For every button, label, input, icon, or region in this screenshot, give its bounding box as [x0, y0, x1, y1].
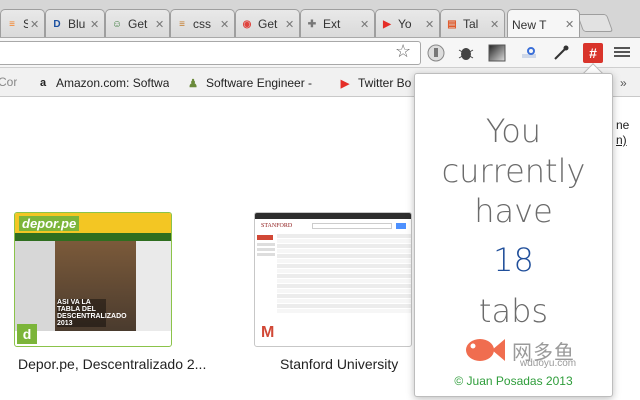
- puzzle-icon: ✚: [307, 18, 317, 30]
- teacher-icon: ♟: [188, 77, 198, 90]
- tab-close-icon[interactable]: ✕: [565, 18, 575, 31]
- tab-strip: ≡Sta✕DBlu✕☺Get✕≡css✕◉Get✕✚Ext✕▶Yo✕▤Tal✕N…: [0, 0, 640, 38]
- amazon-icon: a: [39, 77, 47, 89]
- bookmark-item[interactable]: ♟ Software Engineer -: [185, 75, 312, 91]
- bookmark-label: Twitter Bo: [358, 76, 412, 90]
- cut-off-link[interactable]: n): [616, 133, 627, 147]
- tab-title: New T: [512, 17, 547, 32]
- browser-tab[interactable]: ▤ Tal ✕: [440, 9, 505, 37]
- popup-line-tabs: tabs: [478, 292, 549, 330]
- bookmark-label: Software Engineer -: [206, 76, 313, 90]
- bookmark-label: Cor: [0, 75, 18, 89]
- toolbar: ☆: [0, 38, 640, 68]
- browser-tab[interactable]: ≡ Sta✕: [0, 9, 45, 37]
- tab-title: Get: [128, 17, 148, 31]
- popup-line-have: have: [474, 192, 553, 230]
- tab-close-icon[interactable]: ✕: [155, 18, 165, 31]
- bookmark-item[interactable]: ▶ Twitter Bo: [337, 75, 412, 91]
- extension-gradient-icon[interactable]: [487, 43, 507, 63]
- browser-tab[interactable]: ◉ Get ✕: [235, 9, 300, 37]
- depor-logo: depor.pe: [19, 215, 80, 231]
- tab-title: css: [193, 17, 211, 31]
- extension-tab-counter-icon[interactable]: #: [583, 43, 603, 63]
- tab-title: Yo: [398, 17, 412, 31]
- tab-title: Get: [258, 17, 278, 31]
- address-bar[interactable]: [0, 41, 421, 65]
- thumbnail-title[interactable]: Stanford University: [280, 356, 398, 372]
- extension-bug-icon[interactable]: [456, 43, 476, 63]
- tab-close-icon[interactable]: ✕: [360, 18, 370, 31]
- extension-magnifier-icon[interactable]: [519, 43, 539, 63]
- most-visited-thumbnail[interactable]: depor.pe ASI VA LA TABLA DEL DESCENTRALI…: [14, 212, 172, 347]
- browser-tab[interactable]: ☺ Get ✕: [105, 9, 170, 37]
- browser-tab[interactable]: ✚ Ext ✕: [300, 9, 375, 37]
- tab-close-icon[interactable]: ✕: [220, 18, 230, 31]
- gmail-icon: M: [261, 324, 275, 341]
- cut-off-text: ne: [616, 118, 630, 132]
- most-visited-thumbnail[interactable]: STANFORD M: [254, 212, 412, 347]
- youtube-icon: ▶: [383, 18, 391, 30]
- new-tab-button[interactable]: [576, 14, 614, 32]
- tab-close-icon[interactable]: ✕: [30, 18, 40, 31]
- tab-close-icon[interactable]: ✕: [285, 18, 295, 31]
- stackoverflow-icon: ≡: [9, 18, 15, 30]
- stanford-logo: STANFORD: [261, 223, 293, 229]
- extension-shield-icon[interactable]: [426, 43, 446, 63]
- tab-title: Ext: [323, 17, 341, 31]
- fish-logo-icon: [466, 339, 505, 361]
- tab-title: Blu: [68, 17, 86, 31]
- depor-d-logo-icon: d: [17, 324, 37, 344]
- extension-eyedropper-icon[interactable]: [551, 43, 571, 63]
- d-logo-icon: D: [53, 18, 61, 30]
- thumbnail-title[interactable]: Depor.pe, Descentralizado 2...: [18, 356, 206, 372]
- chrome-icon: ◉: [242, 18, 252, 30]
- bookmark-star-icon[interactable]: ☆: [395, 41, 411, 62]
- bookmark-item[interactable]: a Amazon.com: Softwa: [35, 75, 169, 91]
- bookmarks-overflow-icon[interactable]: »: [620, 76, 627, 90]
- depor-headline: ASI VA LA TABLA DEL DESCENTRALIZADO 2013: [57, 299, 127, 327]
- tab-title: Sta: [23, 17, 28, 31]
- stack-icon: ≡: [179, 18, 185, 30]
- chrome-menu-icon[interactable]: [614, 45, 630, 61]
- tab-count: 18: [493, 241, 534, 279]
- popup-line-currently: currently: [441, 152, 586, 190]
- browser-tab[interactable]: ≡ css ✕: [170, 9, 235, 37]
- browser-tab[interactable]: New T ✕: [507, 9, 580, 37]
- tab-title: Tal: [463, 17, 479, 31]
- bookmark-label: Amazon.com: Softwa: [56, 76, 170, 90]
- browser-tab[interactable]: ▶ Yo ✕: [375, 9, 440, 37]
- tab-close-icon[interactable]: ✕: [425, 18, 435, 31]
- tab-close-icon[interactable]: ✕: [490, 18, 500, 31]
- bookmark-item[interactable]: Cor: [0, 75, 17, 89]
- watermark-url: wduoyu.com: [520, 358, 577, 369]
- doc-icon: ▤: [447, 18, 457, 30]
- youtube-icon: ▶: [340, 77, 350, 90]
- tab-close-icon[interactable]: ✕: [90, 18, 100, 31]
- browser-tab[interactable]: D Blu ✕: [45, 9, 105, 37]
- avatar-icon: ☺: [111, 18, 123, 30]
- popup-line-you: You: [485, 112, 542, 150]
- popup-credit: © Juan Posadas 2013: [454, 374, 573, 388]
